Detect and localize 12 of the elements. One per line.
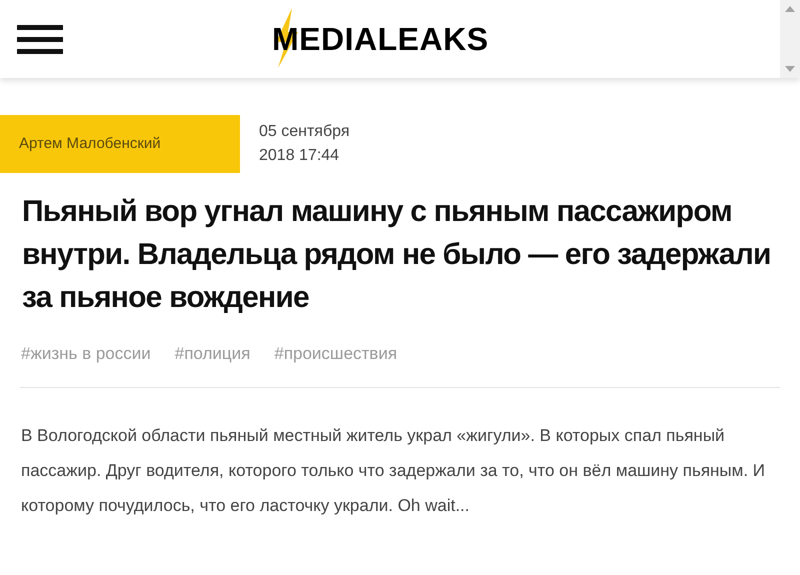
article-title: Пьяный вор угнал машину с пьяным пассажиром внутри. Владельца рядом не было — его задержали за пьяное вождение — [22, 194, 772, 316]
scroll-up-icon[interactable] — [785, 6, 795, 12]
scroll-down-icon[interactable] — [785, 66, 795, 72]
tag-link[interactable]: #полиция — [174, 341, 250, 366]
menu-icon[interactable] — [17, 24, 63, 54]
publish-date: 05 сентября — [259, 122, 350, 142]
scrollbar[interactable] — [780, 0, 800, 78]
author-label[interactable]: Артем Малобенский — [0, 115, 240, 173]
tag-link[interactable]: #жизнь в россии — [21, 341, 151, 366]
tag-link[interactable]: #происшествия — [274, 341, 398, 366]
article-lead: В Вологодской области пьяный местный житель украл «жигули». В которых спал пьяный пассажир. Друг водителя, которого только что задержали за то, что он вёл машину пьяным. И которому почудилось, что его ласточку украли. Oh wait... — [21, 424, 766, 516]
publish-time: 2018 17:44 — [259, 146, 340, 166]
